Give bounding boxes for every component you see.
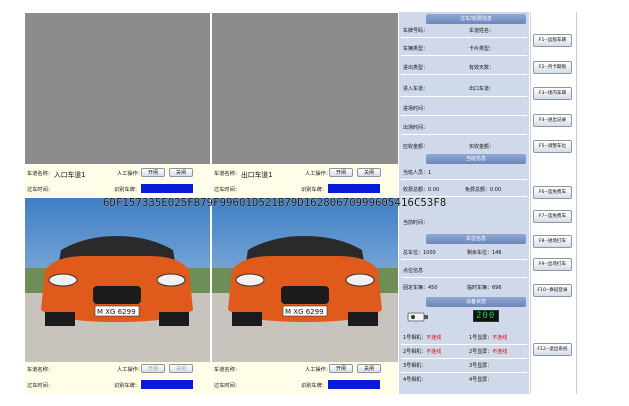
lane-bar-4: 车道名称： 人工操作： 开闸 关闸 过车时间： 识别车牌： xyxy=(212,362,398,394)
camera-2-status: 不连线 xyxy=(426,349,442,355)
camera-2-label: 2号相机：不连线 xyxy=(403,349,442,355)
remain-space-text: 剩余车位：146 xyxy=(467,250,502,256)
pass-time-label: 过车时间： xyxy=(27,187,53,193)
led-display: 200 xyxy=(473,310,499,322)
f3-vehicles-in-lot-button[interactable]: F3--场内车辆 xyxy=(533,87,572,100)
operator-label: 当班人员：1 xyxy=(403,170,432,176)
lane-name-label: 车道名称： xyxy=(214,367,240,373)
camera-1-status: 不连线 xyxy=(426,335,442,341)
f12-exit-system-button[interactable]: F12--退出系统 xyxy=(533,343,572,356)
lane-name-value: 入口车道1 xyxy=(54,171,86,179)
f6-select-free-vehicle-button[interactable]: F6--选免费车 xyxy=(533,186,572,199)
out-lane-label: 出口车道： xyxy=(469,86,495,92)
section-header-device: 设备状态 xyxy=(426,297,526,307)
section-header-passage: 过车/收费信息 xyxy=(426,14,526,24)
plate-label: 识别车牌： xyxy=(301,187,327,193)
plate-display xyxy=(141,380,193,389)
plate-label: 识别车牌： xyxy=(114,383,140,389)
f8-entry-print-button[interactable]: F8--进场打车 xyxy=(533,235,572,248)
paid-amount-label: 实收金额： xyxy=(469,144,495,150)
open-gate-button[interactable]: 开闸 xyxy=(329,168,353,177)
lane-bar-entry-1: 车道名称： 入口车道1 人工操作： 开闸 关闸 过车时间： 识别车牌： xyxy=(25,164,210,198)
open-gate-button[interactable]: 开闸 xyxy=(329,364,353,373)
total-space-text: 总车位：1000 xyxy=(403,249,436,256)
camera-3-label: 3号相机： xyxy=(403,363,427,369)
plate-display xyxy=(328,184,380,193)
plate-no-label: 车牌号码： xyxy=(403,28,429,34)
plate-display xyxy=(328,380,380,389)
in-lane-label: 进入车道： xyxy=(403,86,429,92)
pass-time-label: 过车时间： xyxy=(214,187,240,193)
f9-exit-print-button[interactable]: F9--出场打车 xyxy=(533,258,572,271)
lane-bar-3: 车道名称： 人工操作： 开闸 关闸 过车时间： 识别车牌： xyxy=(25,362,210,394)
close-gate-button[interactable]: 关闸 xyxy=(169,364,193,373)
open-gate-button[interactable]: 开闸 xyxy=(141,364,165,373)
charge-total-label: 收费总额：0.00 xyxy=(403,187,440,193)
valid-days-label: 有效天数： xyxy=(469,65,495,71)
open-gate-button[interactable]: 开闸 xyxy=(141,168,165,177)
camera-1-label: 1号相机：不连线 xyxy=(403,335,442,341)
overlay-code-text: 6DF157335E025FB79F99601D521B79D162806709… xyxy=(103,197,447,209)
manual-op-label: 人工操作： xyxy=(117,367,143,373)
due-amount-label: 应收金额： xyxy=(403,144,429,150)
lane-name-label: 车道名称： xyxy=(27,171,53,177)
plate-label: 识别车牌： xyxy=(301,383,327,389)
screen-3-label: 3号显屏： xyxy=(469,363,493,369)
manual-op-label: 人工操作： xyxy=(117,171,143,177)
f7-select-free-vehicle-button[interactable]: F7--选免费车 xyxy=(533,210,572,223)
pass-time-label: 过车时间： xyxy=(214,383,240,389)
plate-display xyxy=(141,184,193,193)
section-header-duty: 当班信息 xyxy=(426,154,526,164)
temp-vehicle-text: 临时车辆：696 xyxy=(467,285,502,291)
screen-4-label: 4号显屏： xyxy=(469,377,493,383)
manual-op-label: 人工操作： xyxy=(305,171,331,177)
fixed-vehicle-text: 固定车辆：450 xyxy=(403,285,438,291)
f4-entry-exit-records-button[interactable]: F4--进出记录 xyxy=(533,114,572,127)
video-pane-exit-1 xyxy=(212,13,398,164)
close-gate-button[interactable]: 关闸 xyxy=(357,168,381,177)
camera-4-label: 4号相机： xyxy=(403,377,427,383)
spot-info-label: 点位信息 xyxy=(403,268,424,274)
screen-2-status: 不连线 xyxy=(492,349,508,355)
pass-time-label: 过车时间： xyxy=(27,383,53,389)
f2-monthly-card-button[interactable]: F2--月卡期限 xyxy=(533,61,572,74)
lane-name-value: 出口车道1 xyxy=(241,171,273,179)
lane-name-label: 车道名称： xyxy=(214,171,240,177)
lane-name-label: 车道姓名： xyxy=(469,28,495,34)
card-type-label: 卡片类型： xyxy=(469,46,495,52)
close-gate-button[interactable]: 关闸 xyxy=(357,364,381,373)
camera-image-entry: M XG 6299 xyxy=(25,198,210,362)
f10-shift-login-button[interactable]: F10--换班登录 xyxy=(533,284,572,297)
close-gate-button[interactable]: 关闸 xyxy=(169,168,193,177)
duty-time-label: 当前时间： xyxy=(403,220,429,226)
lane-name-label: 车道名称： xyxy=(27,367,53,373)
camera-image-exit: M XG 6299 xyxy=(212,198,398,362)
screen-1-status: 不连线 xyxy=(492,335,508,341)
plate-label: 识别车牌： xyxy=(114,187,140,193)
car-plate-text: M XG 6299 xyxy=(97,308,136,316)
lane-bar-exit-1: 车道名称： 出口车道1 人工操作： 开闸 关闸 过车时间： 识别车牌： xyxy=(212,164,398,198)
free-total-label: 免费总额：0.00 xyxy=(465,187,502,193)
out-time-label: 出场时间： xyxy=(403,125,429,131)
vehicle-type-label: 车辆类型： xyxy=(403,46,429,52)
section-header-space: 车位信息 xyxy=(426,234,526,244)
manual-op-label: 人工操作： xyxy=(305,367,331,373)
in-time-label: 进场时间： xyxy=(403,106,429,112)
io-type-label: 进出类型： xyxy=(403,65,429,71)
video-pane-entry-1 xyxy=(25,13,210,164)
screen-1-label: 1号显屏：不连线 xyxy=(469,335,508,341)
camera-device-icon xyxy=(407,311,429,323)
screen-2-label: 2号显屏：不连线 xyxy=(469,349,508,355)
f5-adjust-spaces-button[interactable]: F5--调整车位 xyxy=(533,140,572,153)
f1-remote-vehicle-button[interactable]: F1--远程车辆 xyxy=(533,34,572,47)
car-plate-text: M XG 6299 xyxy=(285,308,324,316)
led-text: 200 xyxy=(476,311,496,321)
